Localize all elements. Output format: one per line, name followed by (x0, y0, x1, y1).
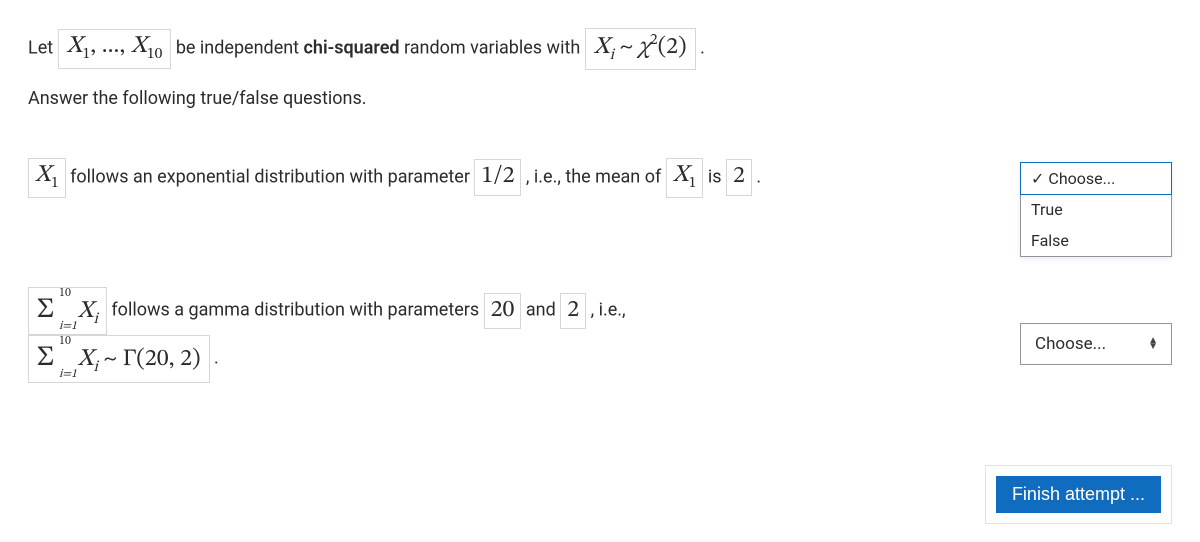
q1-opt-false-label: False (1031, 231, 1069, 250)
intro-random-vars-with: random variables with (400, 38, 585, 59)
q1-ie-mean-of: , i.e., the mean of (526, 167, 666, 188)
intro-vars-box: X1, ..., X10 (58, 29, 172, 69)
q2-sum-top: 10 (59, 286, 71, 300)
intro-chi-squared: chi-squared (304, 38, 400, 59)
q1-opt-choose-label: Choose... (1048, 169, 1115, 188)
intro-dist-box: Xi ~ χ2(2) (585, 28, 696, 70)
q1-opt-true-label: True (1031, 200, 1063, 219)
q1-opt-choose[interactable]: ✓Choose... (1020, 162, 1172, 195)
q1-opt-true[interactable]: True (1021, 194, 1171, 225)
q1-period: . (756, 167, 761, 188)
sigma-icon: Σ (37, 296, 54, 324)
intro-let: Let (28, 38, 58, 59)
q1-answer-area: ✓Choose... True False (1020, 158, 1172, 257)
q1-answer-dropdown-open[interactable]: ✓Choose... True False (1020, 162, 1172, 257)
q1-two-box: 2 (726, 159, 752, 196)
q2-period: . (214, 348, 219, 369)
q2-ie: , i.e., (591, 300, 626, 321)
intro-period: . (700, 38, 705, 59)
question-1-text: X1 follows an exponential distribution w… (28, 158, 1006, 198)
q2-dropdown-label: Choose... (1035, 334, 1106, 354)
finish-attempt-container: Finish attempt ... (985, 465, 1172, 524)
q1-follows-exp: follows an exponential distribution with… (70, 167, 474, 188)
q2-answer-area: Choose... ▲▼ (1020, 287, 1172, 365)
q1-half-box: 1/2 (474, 159, 521, 196)
q2-sum-bot-2: i=1 (59, 367, 77, 381)
q2-follows-gamma: follows a gamma distribution with parame… (111, 300, 483, 321)
question-2: Σ 10 i=1 Xi follows a gamma distribution… (28, 287, 1172, 383)
q2-sum-top-2: 10 (59, 334, 71, 348)
q2-answer-dropdown[interactable]: Choose... ▲▼ (1020, 323, 1172, 365)
check-icon: ✓ (1031, 169, 1044, 188)
q1-is: is (708, 167, 726, 188)
intro-line-1: Let X1, ..., X10 be independent chi-squa… (28, 28, 1172, 70)
updown-icon: ▲▼ (1148, 338, 1157, 350)
q1-opt-false[interactable]: False (1021, 225, 1171, 256)
q2-gamma-box: Σ 10 i=1 Xi ~ Γ(20, 2) (28, 335, 210, 383)
question-intro: Let X1, ..., X10 be independent chi-squa… (28, 28, 1172, 114)
q2-sum-box-1: Σ 10 i=1 Xi (28, 287, 107, 335)
question-2-text: Σ 10 i=1 Xi follows a gamma distribution… (28, 287, 1006, 383)
q1-x1-box: X1 (28, 158, 66, 198)
finish-attempt-button[interactable]: Finish attempt ... (996, 476, 1161, 513)
intro-line-2: Answer the following true/false question… (28, 84, 1172, 115)
q2-twenty-box: 20 (484, 293, 522, 330)
q1-x1b-box: X1 (666, 158, 704, 198)
q2-two-box: 2 (560, 293, 586, 330)
q2-sum-bot: i=1 (59, 319, 77, 333)
sigma-icon: Σ (37, 344, 54, 372)
intro-be-independent: be independent (176, 38, 304, 59)
question-1: X1 follows an exponential distribution w… (28, 158, 1172, 257)
q2-and: and (526, 300, 560, 321)
